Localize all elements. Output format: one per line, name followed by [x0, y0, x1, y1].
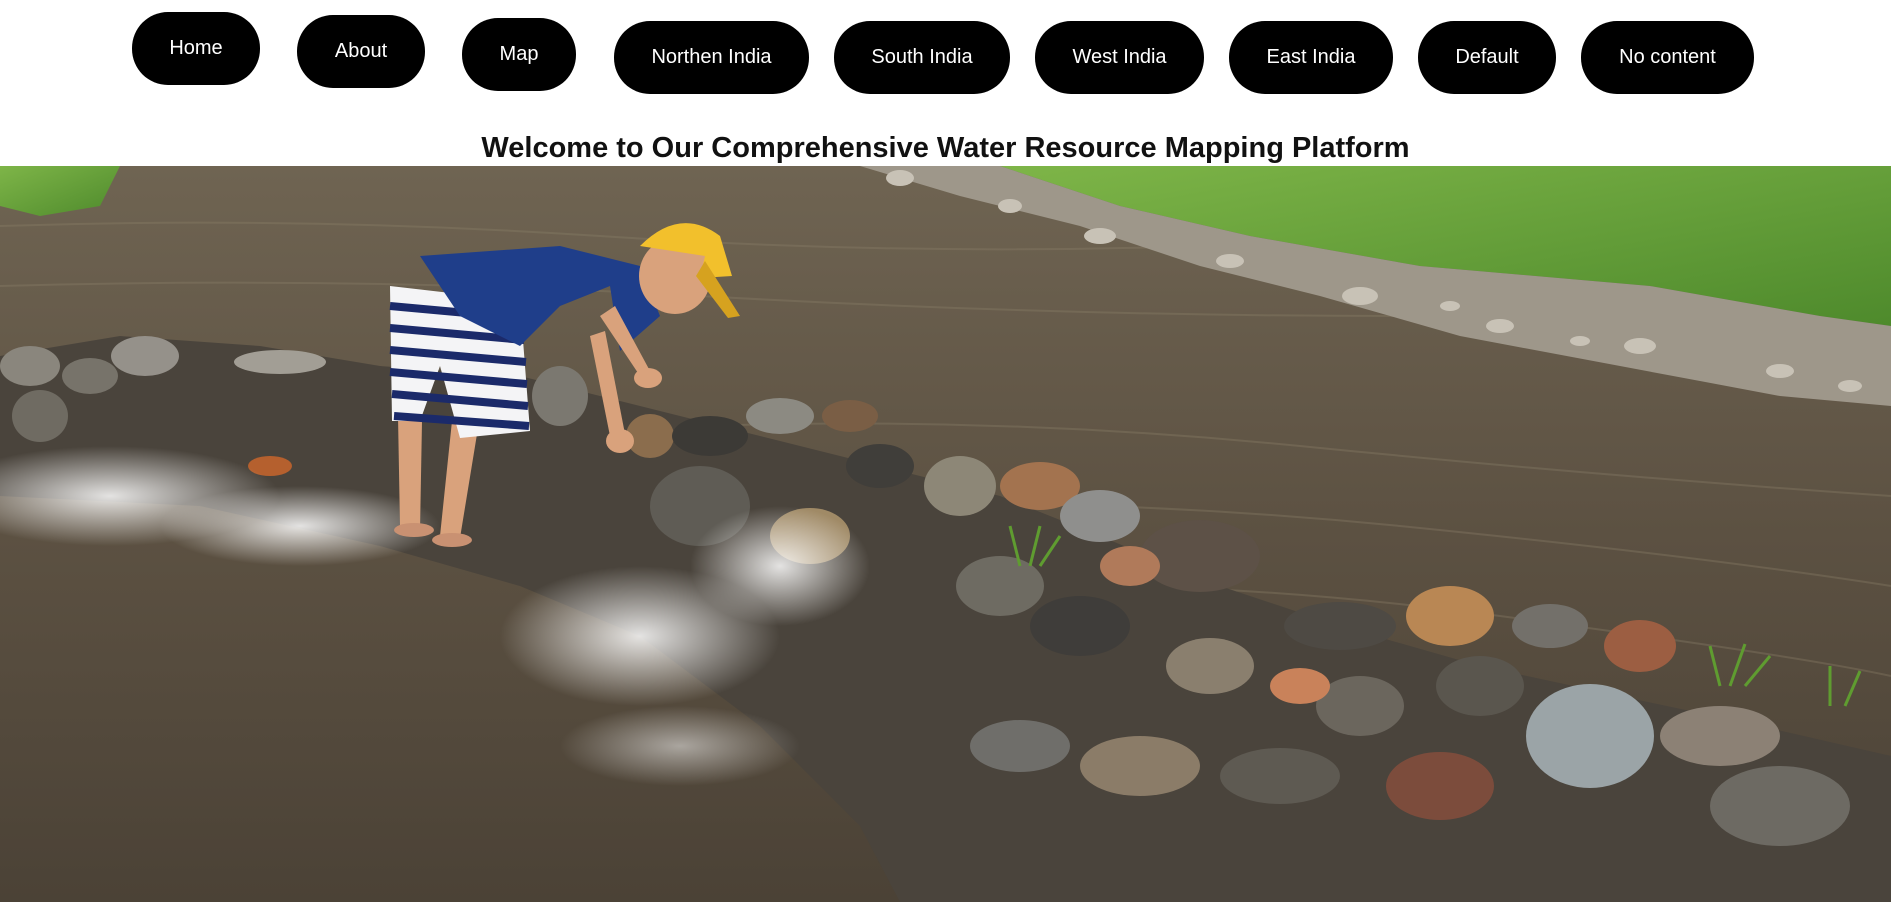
- nav-default-button[interactable]: Default: [1418, 21, 1556, 94]
- nav-map-button[interactable]: Map: [462, 18, 576, 91]
- nav-no-content-button[interactable]: No content: [1581, 21, 1754, 94]
- main-nav: Home About Map Northen India South India…: [0, 0, 1891, 130]
- hero-image: [0, 166, 1891, 902]
- nav-northern-india-button[interactable]: Northen India: [614, 21, 809, 94]
- nav-about-button[interactable]: About: [297, 15, 425, 88]
- page-title: Welcome to Our Comprehensive Water Resou…: [481, 132, 1410, 164]
- nav-west-india-button[interactable]: West India: [1035, 21, 1204, 94]
- nav-south-india-button[interactable]: South India: [834, 21, 1010, 94]
- stream-photo: [0, 166, 1891, 902]
- nav-home-button[interactable]: Home: [132, 12, 260, 85]
- nav-east-india-button[interactable]: East India: [1229, 21, 1393, 94]
